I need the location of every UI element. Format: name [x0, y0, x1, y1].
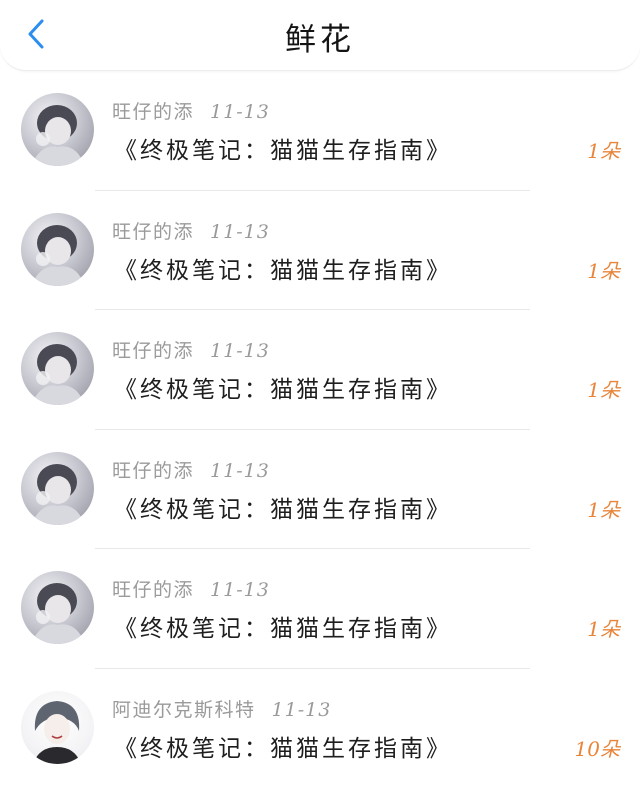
record-meta: 旺仔的添 11-13	[112, 97, 270, 124]
avatar	[21, 451, 94, 525]
record-date: 11-13	[210, 459, 270, 482]
list-item[interactable]: 旺仔的添 11-13 《终极笔记：猫猫生存指南》 1朵	[0, 191, 640, 310]
avatar-image-icon	[33, 700, 81, 764]
book-title: 《终极笔记：猫猫生存指南》	[114, 496, 452, 523]
record-date: 11-13	[210, 101, 270, 123]
flower-count: 1朵	[587, 258, 620, 283]
list-item[interactable]: 旺仔的添 11-13 《终极笔记：猫猫生存指南》 1朵	[0, 71, 640, 191]
record-meta: 阿迪尔克斯科特 11-13	[112, 695, 331, 722]
avatar	[21, 212, 94, 286]
avatar	[21, 690, 94, 764]
record-meta: 旺仔的添 11-13	[112, 217, 270, 244]
list-item[interactable]: 阿迪尔克斯科特 11-13 《终极笔记：猫猫生存指南》 10朵	[0, 669, 640, 789]
username: 旺仔的添	[112, 101, 195, 123]
book-title: 《终极笔记：猫猫生存指南》	[114, 377, 452, 403]
username: 旺仔的添	[112, 459, 195, 482]
record-date: 11-13	[271, 698, 332, 721]
record-meta: 旺仔的添 11-13	[112, 575, 270, 602]
record-date: 11-13	[210, 340, 270, 362]
username: 旺仔的添	[112, 340, 195, 362]
page-title: 鲜花	[285, 22, 355, 58]
flower-count: 10朵	[574, 736, 620, 761]
book-title: 《终极笔记：猫猫生存指南》	[114, 257, 452, 284]
username: 旺仔的添	[112, 579, 195, 601]
avatar	[21, 571, 94, 644]
flower-count: 1朵	[587, 617, 620, 641]
book-title: 《终极笔记：猫猫生存指南》	[114, 616, 452, 642]
avatar-image-icon	[31, 583, 85, 644]
username: 阿迪尔克斯科特	[112, 698, 256, 721]
flower-count: 1朵	[587, 139, 620, 163]
book-title: 《终极笔记：猫猫生存指南》	[114, 138, 452, 164]
record-date: 11-13	[210, 220, 270, 243]
avatar	[21, 93, 94, 166]
flower-record-list: 旺仔的添 11-13 《终极笔记：猫猫生存指南》 1朵 旺仔的添 11-13 《终极…	[0, 71, 640, 788]
flower-count: 1朵	[587, 497, 620, 522]
top-bar: 鲜花	[0, 0, 640, 71]
list-item[interactable]: 旺仔的添 11-13 《终极笔记：猫猫生存指南》 1朵	[0, 549, 640, 669]
avatar-image-icon	[31, 105, 85, 166]
list-item[interactable]: 旺仔的添 11-13 《终极笔记：猫猫生存指南》 1朵	[0, 310, 640, 430]
book-title: 《终极笔记：猫猫生存指南》	[114, 735, 452, 762]
avatar	[21, 332, 94, 405]
avatar-image-icon	[31, 463, 85, 525]
avatar-image-icon	[31, 344, 85, 405]
record-meta: 旺仔的添 11-13	[112, 336, 270, 363]
username: 旺仔的添	[112, 220, 195, 243]
list-item[interactable]: 旺仔的添 11-13 《终极笔记：猫猫生存指南》 1朵	[0, 430, 640, 549]
record-date: 11-13	[210, 579, 270, 601]
record-meta: 旺仔的添 11-13	[112, 456, 270, 483]
flower-count: 1朵	[587, 378, 620, 402]
avatar-image-icon	[31, 224, 85, 286]
